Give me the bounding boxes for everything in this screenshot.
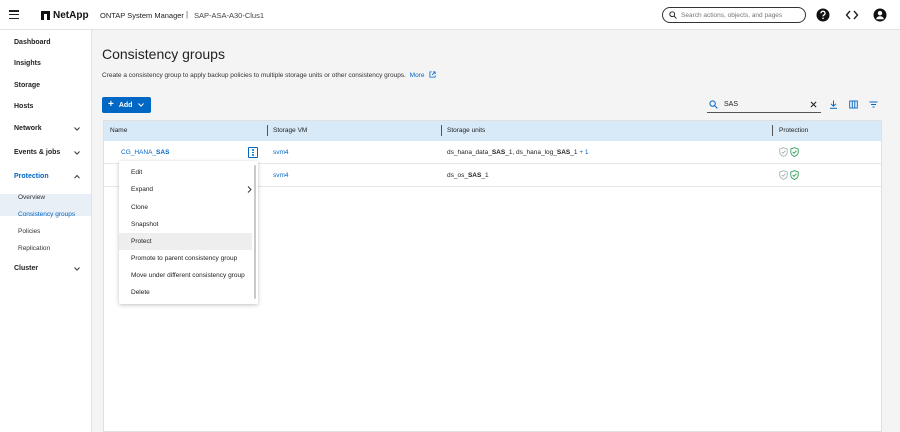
table-header: Name Storage VM Storage units Protection [104, 121, 881, 141]
sidebar-item-protection[interactable]: Protection [14, 173, 49, 180]
menu-item-protect[interactable]: Protect [119, 233, 252, 250]
menu-item-expand-label: Expand [131, 186, 154, 193]
more-link[interactable]: More [410, 72, 425, 79]
sidebar-item-events-jobs[interactable]: Events & jobs [14, 149, 60, 156]
product-title: ONTAP System Manager [100, 11, 184, 20]
chevron-down-icon[interactable] [74, 266, 80, 272]
menu-item-expand[interactable]: Expand [119, 181, 252, 198]
storage-unit-text: ds_hana_data_ [447, 149, 492, 156]
menu-item-edit[interactable]: Edit [119, 164, 252, 181]
storage-unit-text: _1 [570, 149, 578, 156]
add-button-label: Add [118, 101, 133, 109]
sidebar-subitem-replication[interactable]: Replication [18, 245, 50, 252]
menu-icon[interactable] [9, 10, 19, 20]
menu-item-promote-to-parent[interactable]: Promote to parent consistency group [119, 250, 252, 267]
menu-scrollbar[interactable] [254, 165, 256, 299]
sidebar-subitem-policies[interactable]: Policies [18, 228, 40, 235]
storage-unit-text: ds_os_ [447, 172, 468, 179]
column-header-name[interactable]: Name [110, 127, 127, 134]
page-title: Consistency groups [102, 46, 225, 62]
storage-vm-link[interactable]: svm4 [273, 149, 289, 156]
chevron-right-icon [247, 186, 252, 193]
chevron-down-icon[interactable] [74, 150, 80, 156]
menu-item-snapshot[interactable]: Snapshot [119, 216, 252, 233]
add-button[interactable]: + Add [102, 97, 151, 113]
sidebar-item-network[interactable]: Network [14, 125, 42, 132]
filter-icon[interactable] [869, 100, 878, 109]
replication-protection-icon [790, 147, 799, 157]
row-actions-menu: Edit Expand Clone Snapshot Protect Promo… [119, 161, 258, 304]
top-bar: NetApp ONTAP System Manager | SAP-ASA-A3… [0, 0, 900, 30]
chevron-down-icon[interactable] [74, 126, 80, 132]
storage-unit-match: SAS [491, 149, 506, 156]
page-description-text: Create a consistency group to apply back… [102, 72, 406, 79]
more-units-link[interactable]: + 1 [579, 149, 588, 156]
storage-unit-match: SAS [556, 149, 571, 156]
search-icon [669, 11, 677, 19]
snapshot-protection-icon [779, 170, 788, 180]
column-header-storage-vm[interactable]: Storage VM [273, 127, 307, 134]
chevron-up-icon[interactable] [74, 174, 80, 180]
sidebar-item-storage[interactable]: Storage [14, 82, 40, 89]
help-icon[interactable] [816, 8, 830, 22]
column-divider[interactable] [441, 125, 442, 136]
table-search[interactable] [707, 97, 821, 113]
brand-name: NetApp [53, 10, 89, 21]
columns-icon[interactable] [849, 100, 858, 109]
plus-icon: + [108, 99, 114, 110]
snapshot-protection-icon [779, 147, 788, 157]
table-search-input[interactable] [724, 101, 804, 108]
column-header-protection[interactable]: Protection [779, 127, 808, 134]
cluster-name: SAP-ASA-A30-Clus1 [194, 11, 265, 20]
sidebar-item-hosts[interactable]: Hosts [14, 103, 33, 110]
page-description: Create a consistency group to apply back… [102, 71, 436, 79]
column-divider[interactable] [267, 125, 268, 136]
storage-unit-text: _1, ds_hana_log_ [505, 149, 557, 156]
menu-item-clone[interactable]: Clone [119, 199, 252, 216]
netapp-logo[interactable]: NetApp [41, 10, 89, 21]
column-header-storage-units[interactable]: Storage units [447, 127, 485, 134]
storage-units-cell: ds_hana_data_SAS_1, ds_hana_log_SAS_1 + … [447, 149, 589, 156]
close-icon[interactable] [810, 101, 817, 108]
storage-vm-link[interactable]: svm4 [273, 172, 289, 179]
cg-name-link[interactable]: CG_HANA_SAS [121, 149, 169, 156]
sidebar-subitem-consistency-groups[interactable]: Consistency groups [18, 211, 75, 218]
sidebar-item-cluster[interactable]: Cluster [14, 265, 38, 272]
global-search[interactable] [662, 7, 806, 23]
storage-unit-text: _1 [481, 172, 489, 179]
sidebar-subitem-overview[interactable]: Overview [18, 194, 45, 201]
menu-item-delete[interactable]: Delete [119, 284, 252, 301]
menu-item-move-under-different[interactable]: Move under different consistency group [119, 267, 252, 284]
sidebar-item-insights[interactable]: Insights [14, 60, 41, 67]
cg-name-prefix: CG_HANA_ [121, 149, 157, 156]
download-icon[interactable] [829, 100, 838, 109]
sidebar: Dashboard Insights Storage Hosts Network… [0, 30, 92, 432]
chevron-down-icon [138, 103, 145, 107]
sidebar-item-dashboard[interactable]: Dashboard [14, 39, 51, 46]
user-icon[interactable] [873, 8, 887, 22]
title-separator: | [186, 10, 189, 19]
column-divider[interactable] [772, 125, 773, 136]
external-link-icon[interactable] [429, 71, 436, 78]
storage-unit-match: SAS [467, 172, 482, 179]
netapp-logo-icon [41, 11, 50, 20]
global-search-input[interactable] [681, 11, 801, 19]
replication-protection-icon [790, 170, 799, 180]
code-icon[interactable] [845, 8, 859, 22]
search-icon [709, 100, 718, 109]
row-actions-button[interactable] [248, 147, 258, 158]
cg-name-match: SAS [156, 149, 170, 156]
storage-units-cell: ds_os_SAS_1 [447, 172, 489, 179]
